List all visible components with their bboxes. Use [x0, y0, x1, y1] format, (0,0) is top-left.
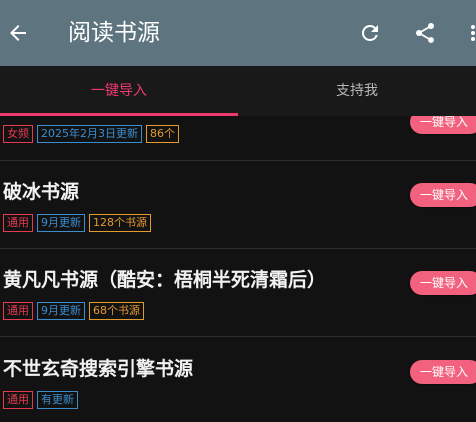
tag: 68个书源 [89, 302, 144, 320]
one-click-import-button[interactable]: 一键导入 [410, 271, 476, 295]
tag: 通用 [3, 302, 33, 320]
tab-one-click-import[interactable]: 一键导入 [0, 66, 238, 116]
tag: 女频 [3, 125, 33, 143]
one-click-import-button[interactable]: 一键导入 [410, 116, 476, 134]
list-item[interactable]: 一键导入 女频 2025年2月3日更新 86个 [0, 116, 476, 160]
back-arrow-icon[interactable] [6, 21, 30, 45]
more-vert-icon[interactable] [466, 21, 476, 45]
tag-row: 通用 9月更新 128个书源 [3, 214, 155, 232]
list-item[interactable]: 不世玄奇搜索引擎书源 一键导入 通用 有更新 [0, 337, 476, 422]
tag-row: 女频 2025年2月3日更新 86个 [3, 125, 183, 143]
tag: 通用 [3, 214, 33, 232]
refresh-icon[interactable] [358, 21, 382, 45]
tag-row: 通用 9月更新 68个书源 [3, 302, 148, 320]
tag: 9月更新 [37, 214, 85, 232]
tag: 128个书源 [89, 214, 151, 232]
app-bar: 阅读书源 [0, 0, 476, 66]
tag-row: 通用 有更新 [3, 391, 82, 409]
tag: 2025年2月3日更新 [37, 125, 142, 143]
share-icon[interactable] [413, 21, 437, 45]
source-name: 黄凡凡书源（酷安：梧桐半死清霜后） [3, 269, 327, 291]
one-click-import-button[interactable]: 一键导入 [410, 360, 476, 384]
list-item[interactable]: 黄凡凡书源（酷安：梧桐半死清霜后） 一键导入 通用 9月更新 68个书源 [0, 249, 476, 337]
one-click-import-button[interactable]: 一键导入 [410, 183, 476, 207]
source-name: 不世玄奇搜索引擎书源 [3, 358, 194, 380]
page-title: 阅读书源 [68, 20, 160, 46]
tag: 通用 [3, 391, 33, 409]
source-name: 破冰书源 [3, 181, 80, 203]
tag: 9月更新 [37, 302, 85, 320]
list-item[interactable]: 破冰书源 一键导入 通用 9月更新 128个书源 [0, 161, 476, 249]
tag: 有更新 [37, 391, 78, 409]
tab-support-me[interactable]: 支持我 [238, 66, 476, 116]
tag: 86个 [146, 125, 179, 143]
tab-bar: 一键导入 支持我 [0, 66, 476, 116]
source-list[interactable]: 一键导入 女频 2025年2月3日更新 86个 破冰书源 一键导入 通用 9月更新 12… [0, 116, 476, 422]
